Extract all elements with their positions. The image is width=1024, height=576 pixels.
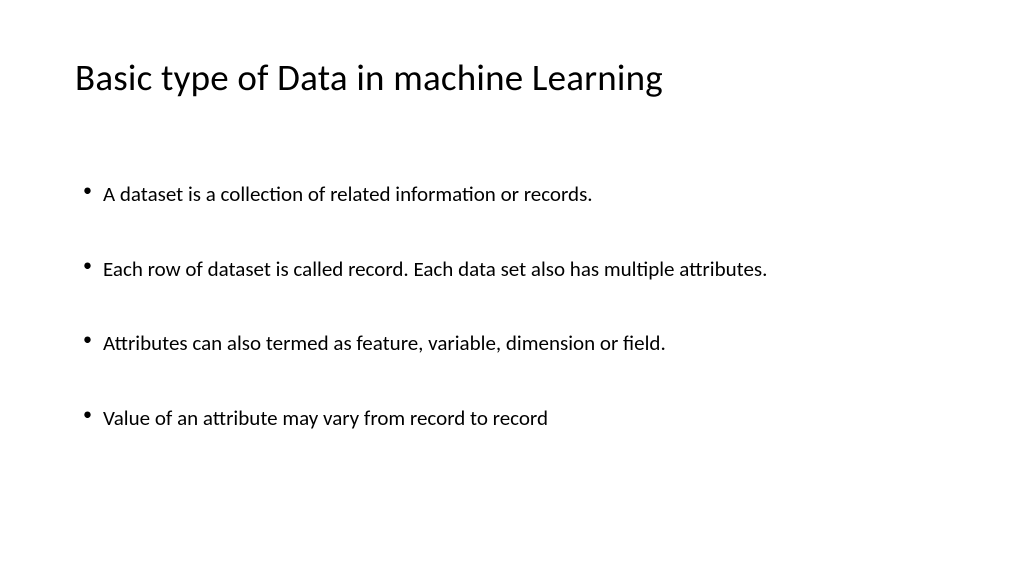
list-item: A dataset is a collection of related inf… [83,168,949,221]
bullet-list: A dataset is a collection of related inf… [75,168,949,444]
slide-title: Basic type of Data in machine Learning [75,55,949,100]
list-item: Attributes can also termed as feature, v… [83,317,949,370]
list-item: Value of an attribute may vary from reco… [83,392,949,445]
list-item: Each row of dataset is called record. Ea… [83,243,949,296]
